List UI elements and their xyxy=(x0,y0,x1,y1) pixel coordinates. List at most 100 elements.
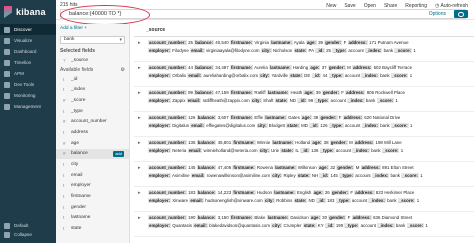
field-key: _index: xyxy=(371,173,390,178)
field-value: 190 xyxy=(335,223,344,228)
expand-row-icon[interactable]: ▸ xyxy=(138,190,141,196)
nav-item-dashboard[interactable]: Dashboard xyxy=(0,46,56,57)
field-item-gender[interactable]: t gender xyxy=(56,202,129,213)
index-pattern-select[interactable]: bank xyxy=(60,36,125,44)
nav-item-timelion[interactable]: Timelion xyxy=(0,57,56,68)
field-value: 1 xyxy=(395,98,398,103)
field-value: Effie xyxy=(254,115,264,120)
field-item-balance[interactable]: # balance add xyxy=(56,148,129,160)
field-key: employer: xyxy=(148,148,171,153)
field-item-email[interactable]: t email xyxy=(56,170,129,181)
field-key: employer: xyxy=(148,123,171,128)
table-row[interactable]: ▸ account_number: 190 balance: 3,150 firs… xyxy=(134,212,474,237)
column-header-source[interactable]: _source xyxy=(134,24,474,37)
selected-field-source[interactable]: ? _source xyxy=(56,55,129,66)
nav-item-discover[interactable]: Discover xyxy=(0,24,56,35)
visualize-icon xyxy=(4,37,10,44)
table-row[interactable]: ▸ account_number: 136 balance: 45,801 fir… xyxy=(134,137,474,162)
field-value: Urie xyxy=(271,148,280,153)
kibana-logo[interactable]: kibana xyxy=(0,0,56,24)
field-item-city[interactable]: t city xyxy=(56,159,129,170)
field-item-type[interactable]: t _type xyxy=(56,106,129,117)
expand-row-icon[interactable]: ▸ xyxy=(138,65,141,71)
search-input[interactable]: balance:{40000 TO *} xyxy=(60,9,466,19)
expand-row-icon[interactable]: ▸ xyxy=(138,115,141,121)
field-value: Robbins xyxy=(276,198,293,203)
field-key: _score: xyxy=(394,48,412,53)
expand-row-icon[interactable]: ▸ xyxy=(138,90,141,96)
field-value: 37 xyxy=(321,65,327,70)
field-value: 1 xyxy=(413,48,416,53)
field-value: account xyxy=(344,123,361,128)
table-row[interactable]: ▸ account_number: 126 balance: 3,607 firs… xyxy=(134,112,474,137)
field-item-index[interactable]: t _index xyxy=(56,84,129,95)
nav-item-collapse[interactable]: Collapse xyxy=(0,230,56,239)
field-value: Digitalus xyxy=(172,123,190,128)
field-value: 1 xyxy=(409,123,413,128)
search-submit-button[interactable] xyxy=(454,10,468,18)
options-button[interactable]: Options xyxy=(429,11,446,17)
field-key: balance: xyxy=(194,65,215,70)
field-key: employer: xyxy=(148,48,171,53)
field-value: F xyxy=(341,90,344,95)
table-row[interactable]: ▸ account_number: 25 balance: 40,540 firs… xyxy=(134,37,474,62)
nav-item-dev-tools[interactable]: Dev Tools xyxy=(0,79,56,90)
expand-row-icon[interactable]: ▸ xyxy=(138,215,141,221)
add-filter-link[interactable]: Add a filter + xyxy=(56,24,129,33)
field-item-address[interactable]: t address xyxy=(56,127,129,138)
field-value: account xyxy=(330,98,346,103)
field-value: bank xyxy=(380,123,390,128)
field-item-score[interactable]: # _score xyxy=(56,95,129,106)
table-row[interactable]: ▸ account_number: 183 balance: 14,223 fir… xyxy=(134,187,474,212)
field-value: Ratliff xyxy=(254,90,266,95)
field-item-employer[interactable]: t employer xyxy=(56,181,129,192)
field-type-icon: ? xyxy=(63,57,66,63)
field-value: ratliffheath@zappix.com xyxy=(202,98,250,103)
expand-row-icon[interactable]: ▸ xyxy=(138,40,141,46)
field-type-icon: t xyxy=(63,87,65,93)
field-type-icon: t xyxy=(63,215,65,221)
field-key: account_number: xyxy=(148,140,187,145)
field-item-firstname[interactable]: t firstname xyxy=(56,191,129,202)
table-row[interactable]: ▸ account_number: 44 balance: 34,487 firs… xyxy=(134,62,474,87)
field-item-lastname[interactable]: t lastname xyxy=(56,213,129,224)
expand-row-icon[interactable]: ▸ xyxy=(138,140,141,146)
field-value: 1 xyxy=(400,148,404,153)
add-field-button[interactable]: add xyxy=(113,150,124,157)
field-value: account xyxy=(351,198,368,203)
field-key: firstname: xyxy=(229,115,254,120)
field-item-account_number[interactable]: # account_number xyxy=(56,116,129,127)
hits-count: 215 hits xyxy=(60,2,78,8)
field-value: 45,801 xyxy=(217,140,232,145)
field-item-age[interactable]: # age xyxy=(56,138,129,149)
field-value: ND xyxy=(308,198,315,203)
nav-item-monitoring[interactable]: Monitoring xyxy=(0,90,56,101)
expand-row-icon[interactable]: ▸ xyxy=(138,165,141,171)
source-line: account_number: 99 balance: 47,159 first… xyxy=(148,89,474,97)
field-value: virginiaayala@filodyne.com xyxy=(206,48,260,53)
field-value: 47,159 xyxy=(215,90,229,95)
nav-item-management[interactable]: Management xyxy=(0,101,56,112)
field-value: M xyxy=(347,65,351,70)
field-value: 190 xyxy=(188,215,196,220)
field-value: 136 xyxy=(311,148,319,153)
field-value: Filodyne xyxy=(172,48,189,53)
field-value: 1 xyxy=(420,173,423,178)
field-key: account_number: xyxy=(148,40,187,45)
table-row[interactable]: ▸ account_number: 99 balance: 47,159 firs… xyxy=(134,87,474,112)
source-line: account_number: 136 balance: 45,801 firs… xyxy=(148,139,474,147)
nav-item-default[interactable]: Default xyxy=(0,221,56,230)
nav-item-apm[interactable]: APM xyxy=(0,68,56,79)
table-row[interactable]: ▸ account_number: 145 balance: 47,406 fir… xyxy=(134,162,474,187)
field-item-id[interactable]: t _id xyxy=(56,74,129,85)
field-key: _id: xyxy=(311,73,322,78)
field-key: _type: xyxy=(344,223,360,228)
gear-icon[interactable]: ⚙ xyxy=(121,67,125,73)
field-value: 183 xyxy=(188,190,196,195)
field-value: 183 xyxy=(327,198,335,203)
nav-item-visualize[interactable]: Visualize xyxy=(0,35,56,46)
field-item-state[interactable]: t state xyxy=(56,223,129,234)
field-key: age: xyxy=(309,65,321,70)
field-key: employer: xyxy=(148,223,171,228)
field-key: balance: xyxy=(196,215,217,220)
